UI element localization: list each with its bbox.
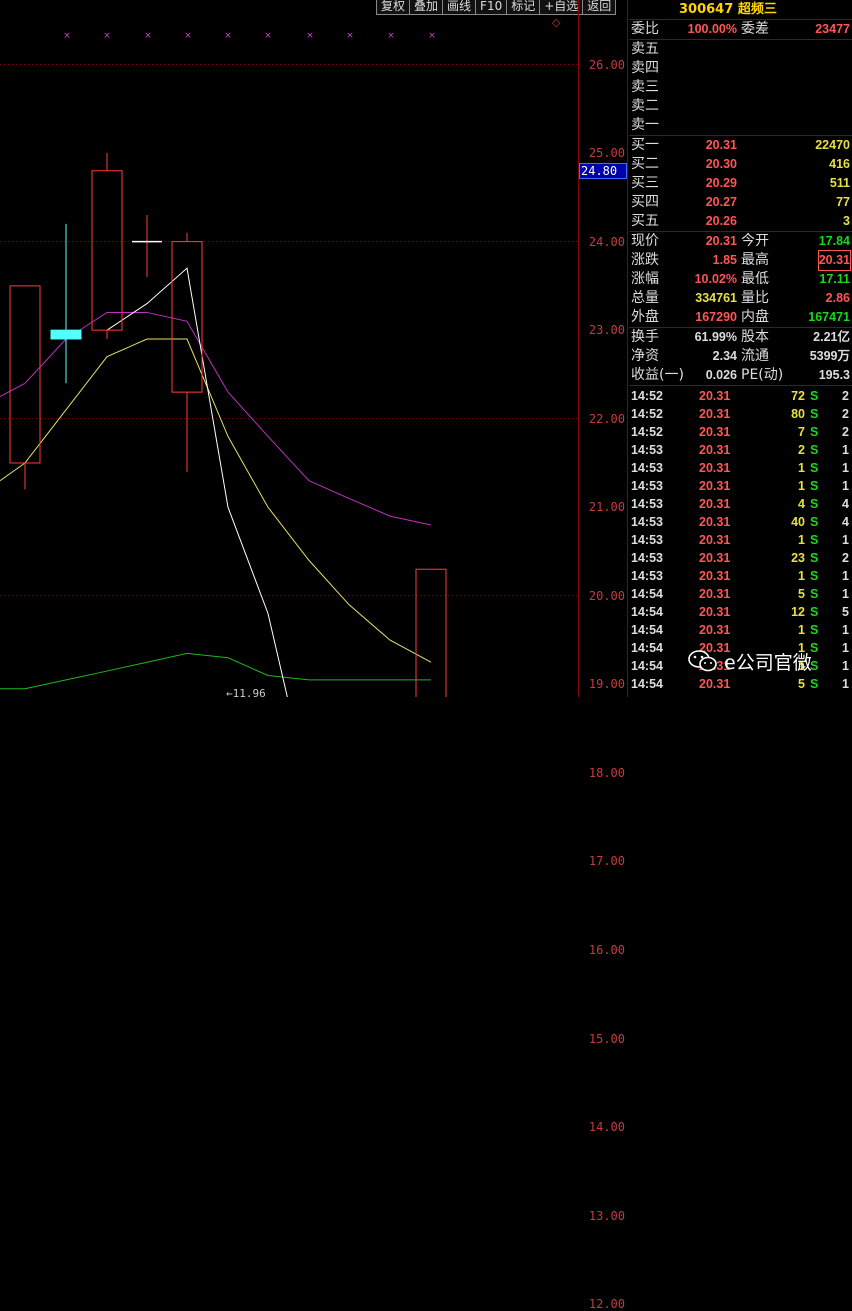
- event-marker: ×: [103, 31, 111, 41]
- bid-row: 买五 20.26 3: [631, 213, 850, 229]
- watermark: e公司官微: [688, 644, 838, 678]
- trade-row: 14:53 20.31 4 S 4: [631, 497, 849, 511]
- stat-row: 收益(一) 0.026 PE(动) 195.3: [631, 367, 850, 383]
- trade-row: 14:52 20.31 72 S 2: [631, 389, 849, 403]
- axis-tick: 14.00: [588, 1120, 625, 1135]
- stat-row: 净资 2.34 流通 5399万: [631, 348, 850, 364]
- bid-row: 买四 20.27 77: [631, 194, 850, 210]
- trade-row: 14:53 20.31 23 S 2: [631, 551, 849, 565]
- ma-white-line: [106, 267, 288, 697]
- stat-row: 现价 20.31 今开 17.84: [631, 233, 850, 249]
- ask-row: 卖一: [631, 117, 659, 133]
- low-price-label: ←11.96: [226, 687, 266, 697]
- event-marker: ×: [346, 31, 354, 41]
- toolbar-button-2[interactable]: 画线: [442, 0, 477, 15]
- axis-tick: 22.00: [588, 411, 625, 426]
- toolbar-button-5[interactable]: +自选: [539, 0, 584, 15]
- event-marker: ×: [144, 31, 152, 41]
- axis-tick: 15.00: [588, 1031, 625, 1046]
- axis-tick: 25.00: [588, 146, 625, 161]
- ask-row: 卖三: [631, 79, 659, 95]
- event-marker: ×: [63, 31, 71, 41]
- axis-tick: 24.00: [588, 234, 625, 249]
- trade-row: 14:53 20.31 40 S 4: [631, 515, 849, 529]
- event-marker: ×: [306, 31, 314, 41]
- stock-code: 300647: [679, 2, 734, 17]
- axis-tick: 23.00: [588, 323, 625, 338]
- toolbar-button-1[interactable]: 叠加: [409, 0, 444, 15]
- stat-row: 总量 334761 量比 2.86: [631, 290, 850, 306]
- ma-yellow-line: [24, 338, 432, 663]
- ma-yellow-line: [0, 462, 26, 482]
- trade-row: 14:53 20.31 1 S 1: [631, 569, 849, 583]
- bid-row: 买三 20.29 511: [631, 175, 850, 191]
- bid-row: 买一 20.31 22470: [631, 137, 850, 153]
- ma-green-line: [24, 652, 431, 690]
- trade-row: 14:54 20.31 12 S 5: [631, 605, 849, 619]
- ask-row: 卖五: [631, 41, 659, 57]
- axis-tick: 18.00: [588, 765, 625, 780]
- trade-row: 14:53 20.31 1 S 1: [631, 533, 849, 547]
- event-marker: ×: [264, 31, 272, 41]
- trade-row: 14:53 20.31 1 S 1: [631, 461, 849, 475]
- watermark-text: e公司官微: [724, 651, 812, 674]
- trade-row: 14:52 20.31 7 S 2: [631, 425, 849, 439]
- ask-row: 卖二: [631, 98, 659, 114]
- trade-row: 14:53 20.31 2 S 1: [631, 443, 849, 457]
- toolbar-button-4[interactable]: 标记: [506, 0, 541, 15]
- axis-tick: 26.00: [588, 57, 625, 72]
- event-marker: ×: [224, 31, 232, 41]
- toolbar-button-3[interactable]: F10: [475, 0, 508, 15]
- event-marker: ×: [428, 31, 436, 41]
- candlestick-chart[interactable]: × × × × × × × × × × ←11.96: [0, 0, 578, 697]
- trade-row: 14:52 20.31 80 S 2: [631, 407, 849, 421]
- stock-header: 300647 超频三: [629, 0, 852, 20]
- current-price-tag: 24.80: [579, 162, 627, 179]
- trade-row: 14:54 20.31 5 S 1: [631, 587, 849, 601]
- stock-name: 超频三: [737, 2, 777, 17]
- candle-body: [91, 170, 123, 331]
- trade-row: 14:53 20.31 1 S 1: [631, 479, 849, 493]
- quote-panel: 300647 超频三 委比 100.00% 委差 23477 卖五卖四卖三卖二卖一买一 2…: [629, 0, 852, 697]
- stat-row: 涨幅 10.02% 最低 17.11: [631, 271, 850, 287]
- diamond-icon[interactable]: ◇: [552, 16, 560, 29]
- event-marker: ×: [184, 31, 192, 41]
- ask-row: 卖四: [631, 60, 659, 76]
- stat-row: 外盘 167290 内盘 167471: [631, 309, 850, 325]
- axis-tick: 12.00: [588, 1297, 625, 1311]
- stat-row: 涨跌 1.85 最高 20.31: [631, 250, 852, 271]
- event-marker: ×: [387, 31, 395, 41]
- bid-row: 买二 20.30 416: [631, 156, 850, 172]
- order-ratio-row: 委比 100.00% 委差 23477: [631, 21, 850, 37]
- ma-magenta-line: [0, 382, 26, 398]
- axis-tick: 17.00: [588, 854, 625, 869]
- price-axis: 26.00 25.00 24.00 23.00 22.00 21.00 20.00 19.00…: [578, 0, 628, 1311]
- axis-tick: 19.00: [588, 677, 625, 692]
- axis-tick: 21.00: [588, 500, 625, 515]
- axis-tick: 20.00: [588, 588, 625, 603]
- axis-tick: 16.00: [588, 943, 625, 957]
- candle-body: [50, 329, 82, 340]
- axis-tick: 13.00: [588, 1208, 625, 1223]
- candle-body: [415, 568, 447, 697]
- candle-body: [171, 241, 203, 393]
- trade-row: 14:5420.311S1: [631, 623, 849, 637]
- stat-row: 换手 61.99% 股本 2.21亿: [631, 329, 850, 345]
- candle-body: [9, 285, 41, 464]
- toolbar-button-0[interactable]: 复权: [376, 0, 411, 15]
- wechat-icon: [688, 650, 717, 672]
